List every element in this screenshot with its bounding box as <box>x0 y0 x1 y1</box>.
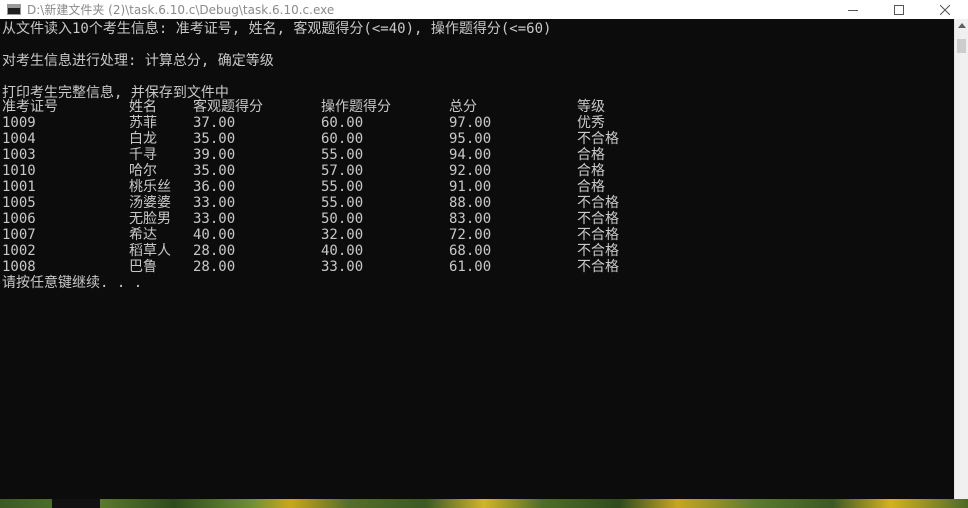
scroll-up-arrow-icon <box>958 23 966 28</box>
row-practical: 60.00 <box>321 115 364 131</box>
row-objective: 35.00 <box>193 163 236 179</box>
row-id: 1007 <box>2 227 36 243</box>
row-total: 97.00 <box>449 115 492 131</box>
console-window: D:\新建文件夹 (2)\task.6.10.c\Debug\task.6.10… <box>0 0 968 508</box>
row-objective: 28.00 <box>193 259 236 275</box>
row-name: 稻草人 <box>129 243 171 259</box>
title-bar[interactable]: D:\新建文件夹 (2)\task.6.10.c\Debug\task.6.10… <box>0 0 968 20</box>
window-controls <box>830 0 968 19</box>
row-objective: 28.00 <box>193 243 236 259</box>
console-output[interactable]: 从文件读入10个考生信息: 准考证号, 姓名, 客观题得分(<=40), 操作题… <box>0 19 954 499</box>
row-grade: 合格 <box>577 147 605 163</box>
row-total: 92.00 <box>449 163 492 179</box>
row-total: 61.00 <box>449 259 492 275</box>
row-name: 无脸男 <box>129 211 171 227</box>
row-id: 1003 <box>2 147 36 163</box>
row-practical: 57.00 <box>321 163 364 179</box>
row-total: 88.00 <box>449 195 492 211</box>
row-id: 1006 <box>2 211 36 227</box>
row-objective: 40.00 <box>193 227 236 243</box>
row-grade: 优秀 <box>577 115 605 131</box>
row-id: 1004 <box>2 131 36 147</box>
desktop-wallpaper-strip <box>0 499 968 508</box>
row-practical: 32.00 <box>321 227 364 243</box>
row-grade: 合格 <box>577 163 605 179</box>
vertical-scrollbar[interactable] <box>954 19 968 499</box>
header-id: 准考证号 <box>2 99 58 115</box>
scroll-thumb[interactable] <box>957 39 966 53</box>
close-icon <box>940 4 950 15</box>
header-objective: 客观题得分 <box>193 99 263 115</box>
row-objective: 35.00 <box>193 131 236 147</box>
row-grade: 不合格 <box>577 131 619 147</box>
header-name: 姓名 <box>129 99 157 115</box>
row-grade: 合格 <box>577 179 605 195</box>
row-total: 91.00 <box>449 179 492 195</box>
row-grade: 不合格 <box>577 243 619 259</box>
row-name: 巴鲁 <box>129 259 157 275</box>
row-id: 1002 <box>2 243 36 259</box>
row-name: 白龙 <box>129 131 157 147</box>
row-name: 希达 <box>129 227 157 243</box>
close-button[interactable] <box>922 0 968 19</box>
header-grade: 等级 <box>577 99 605 115</box>
row-total: 83.00 <box>449 211 492 227</box>
row-objective: 33.00 <box>193 211 236 227</box>
row-id: 1005 <box>2 195 36 211</box>
row-total: 95.00 <box>449 131 492 147</box>
press-any-key-prompt: 请按任意键继续. . . <box>2 275 143 291</box>
scroll-up-button[interactable] <box>955 19 968 33</box>
row-total: 94.00 <box>449 147 492 163</box>
minimize-button[interactable] <box>830 0 876 19</box>
row-objective: 37.00 <box>193 115 236 131</box>
desktop-icon <box>52 499 100 508</box>
row-id: 1008 <box>2 259 36 275</box>
row-practical: 55.00 <box>321 147 364 163</box>
row-id: 1001 <box>2 179 36 195</box>
console-app-icon[interactable] <box>7 4 21 15</box>
row-objective: 39.00 <box>193 147 236 163</box>
header-practical: 操作题得分 <box>321 99 391 115</box>
row-practical: 55.00 <box>321 179 364 195</box>
row-practical: 55.00 <box>321 195 364 211</box>
row-objective: 36.00 <box>193 179 236 195</box>
row-practical: 50.00 <box>321 211 364 227</box>
maximize-button[interactable] <box>876 0 922 19</box>
row-name: 哈尔 <box>129 163 157 179</box>
row-objective: 33.00 <box>193 195 236 211</box>
row-practical: 40.00 <box>321 243 364 259</box>
row-practical: 33.00 <box>321 259 364 275</box>
row-name: 苏菲 <box>129 115 157 131</box>
header-total: 总分 <box>449 99 477 115</box>
maximize-icon <box>894 4 904 15</box>
row-total: 68.00 <box>449 243 492 259</box>
row-grade: 不合格 <box>577 211 619 227</box>
row-name: 桃乐丝 <box>129 179 171 195</box>
window-title: D:\新建文件夹 (2)\task.6.10.c\Debug\task.6.10… <box>27 3 335 17</box>
row-id: 1010 <box>2 163 36 179</box>
row-practical: 60.00 <box>321 131 364 147</box>
row-grade: 不合格 <box>577 259 619 275</box>
row-total: 72.00 <box>449 227 492 243</box>
row-id: 1009 <box>2 115 36 131</box>
console-line-read: 从文件读入10个考生信息: 准考证号, 姓名, 客观题得分(<=40), 操作题… <box>2 21 552 37</box>
console-line-process: 对考生信息进行处理: 计算总分, 确定等级 <box>2 53 274 69</box>
row-name: 千寻 <box>129 147 157 163</box>
row-grade: 不合格 <box>577 227 619 243</box>
minimize-icon <box>848 9 858 11</box>
row-name: 汤婆婆 <box>129 195 171 211</box>
row-grade: 不合格 <box>577 195 619 211</box>
